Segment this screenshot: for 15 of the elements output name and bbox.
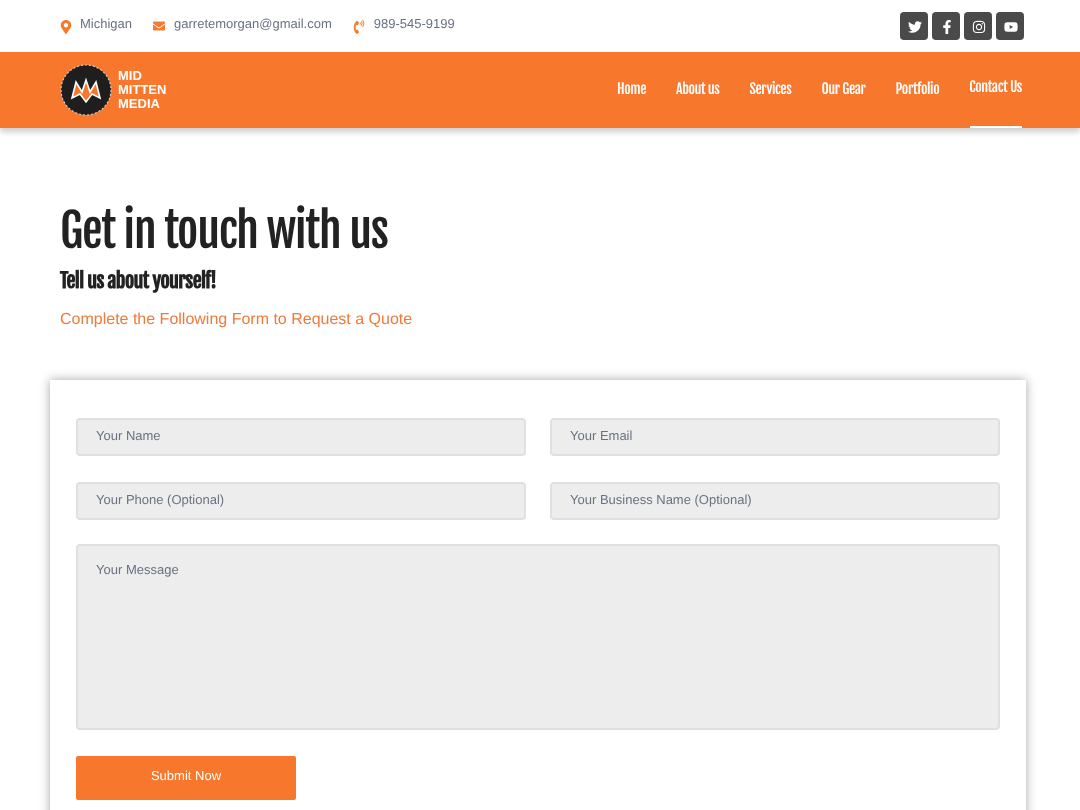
social-link[interactable] [996, 12, 1024, 40]
mail-icon [152, 20, 167, 32]
intro-text: Complete the Following Form to Request a Quote [60, 308, 415, 332]
twitter-icon [907, 19, 921, 33]
location-pin-icon [60, 19, 72, 33]
subheading: Tell us about yourself! [60, 268, 219, 298]
instagram-icon [971, 19, 985, 33]
social-link[interactable] [900, 12, 928, 40]
logo-icon [60, 64, 112, 116]
facebook-icon [939, 19, 953, 33]
youtube-icon [1003, 19, 1017, 33]
page-heading: Get in touch with us [60, 204, 390, 260]
social-link[interactable] [932, 12, 960, 40]
phone-icon [351, 19, 366, 33]
social-link[interactable] [964, 12, 992, 40]
